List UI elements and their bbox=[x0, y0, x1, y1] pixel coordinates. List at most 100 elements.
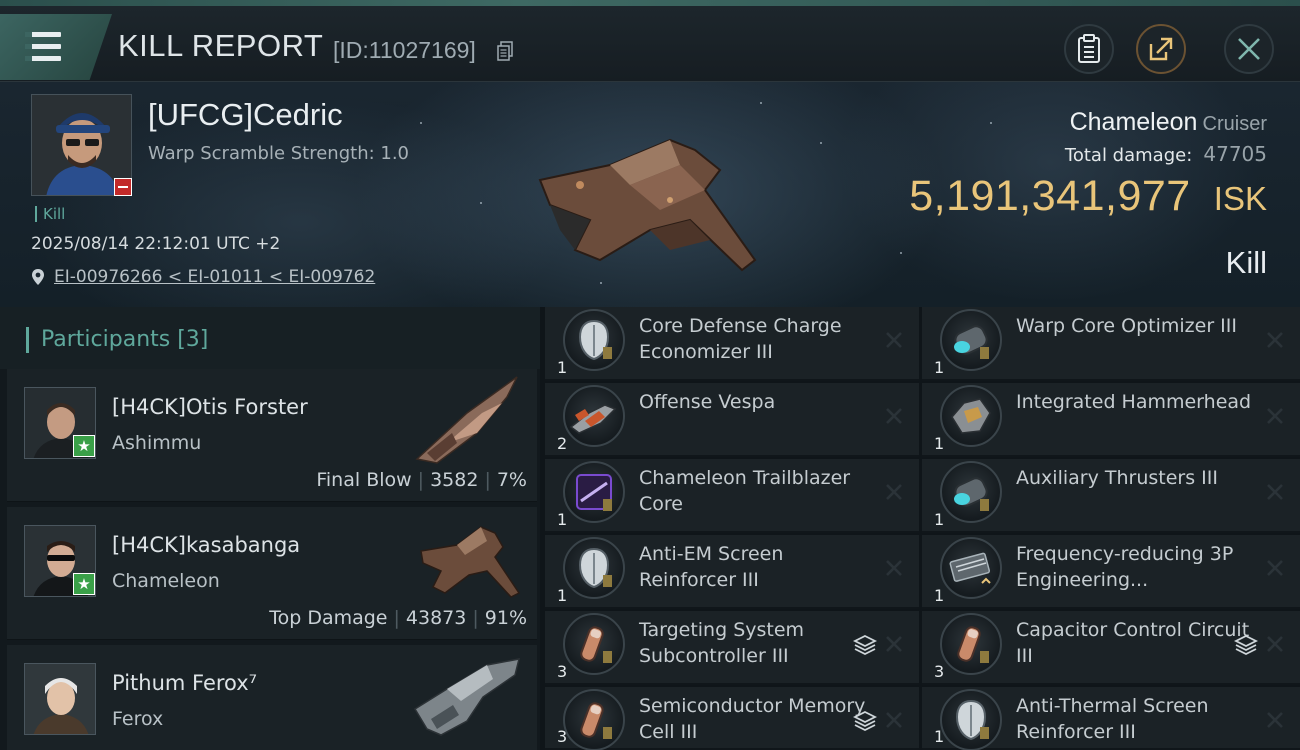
fleet-star-icon: ★ bbox=[73, 573, 95, 595]
engine-module-icon bbox=[940, 309, 1002, 371]
module-tile[interactable]: 1 Frequency-reducing 3P Engineering... bbox=[922, 535, 1300, 609]
module-tile[interactable]: 1 Core Defense Charge Economizer III bbox=[545, 307, 919, 381]
module-quantity: 1 bbox=[934, 727, 945, 746]
participant-name[interactable]: [H4CK]Otis Forster bbox=[112, 395, 308, 419]
stack-layers-icon bbox=[853, 634, 877, 656]
share-button[interactable] bbox=[1136, 24, 1186, 74]
module-quantity: 1 bbox=[557, 358, 568, 377]
module-quantity: 3 bbox=[557, 662, 568, 681]
core-chip-icon bbox=[563, 461, 625, 523]
page-title: KILL REPORT bbox=[118, 28, 324, 63]
module-quantity: 1 bbox=[557, 586, 568, 605]
participant-row[interactable]: ★ [H4CK]Otis Forster Ashimmu Final Blow |… bbox=[7, 369, 537, 502]
isk-line: 5,191,341,977 ISK bbox=[909, 172, 1267, 221]
kill-result: Kill bbox=[1225, 245, 1267, 280]
total-damage-label: Total damage: bbox=[1064, 145, 1193, 166]
destroyed-x-icon bbox=[1267, 712, 1283, 728]
module-name: Offense Vespa bbox=[639, 391, 776, 413]
destroyed-x-icon bbox=[886, 712, 902, 728]
module-tile[interactable]: 2 Offense Vespa bbox=[545, 383, 919, 457]
victim-ship-class: Cruiser bbox=[1202, 113, 1267, 135]
module-tile[interactable]: 3 Capacitor Control Circuit III bbox=[922, 611, 1300, 685]
capacitor-module-icon bbox=[940, 613, 1002, 675]
total-damage-value: 47705 bbox=[1203, 142, 1267, 166]
engineering-rig-icon bbox=[940, 537, 1002, 599]
module-tile[interactable]: 1 Anti-Thermal Screen Reinforcer III bbox=[922, 687, 1300, 750]
module-name: Capacitor Control Circuit III bbox=[1016, 619, 1250, 667]
warp-scramble-text: Warp Scramble Strength: 1.0 bbox=[148, 143, 410, 164]
module-tile[interactable]: 1 Auxiliary Thrusters III bbox=[922, 459, 1300, 533]
module-tile[interactable]: 3 Targeting System Subcontroller III bbox=[545, 611, 919, 685]
module-tile[interactable]: 1 Anti-EM Screen Reinforcer III bbox=[545, 535, 919, 609]
participants-panel: Participants [3] ★ [H4CK]Otis Forster As… bbox=[0, 307, 540, 750]
destroyed-x-icon bbox=[886, 636, 902, 652]
participant-percent: 91% bbox=[484, 607, 527, 629]
participant-ship-image bbox=[415, 376, 518, 464]
kill-tag: Kill bbox=[35, 206, 65, 222]
participant-stats: Top Damage | 43873 | 91% bbox=[269, 607, 527, 629]
destroyed-x-icon bbox=[886, 484, 902, 500]
module-name: Targeting System Subcontroller III bbox=[639, 619, 805, 667]
participant-name[interactable]: [H4CK]kasabanga bbox=[112, 533, 300, 557]
fleet-star-icon: ★ bbox=[73, 435, 95, 457]
module-name: Anti-Thermal Screen Reinforcer III bbox=[1016, 695, 1209, 743]
module-name: Core Defense Charge Economizer III bbox=[639, 315, 842, 363]
module-quantity: 3 bbox=[557, 727, 568, 746]
participant-ship-image bbox=[420, 526, 521, 598]
destroyed-x-icon bbox=[1267, 636, 1283, 652]
drone-vespa-icon bbox=[563, 385, 625, 447]
module-quantity: 3 bbox=[934, 662, 945, 681]
module-name: Chameleon Trailblazer Core bbox=[639, 467, 851, 515]
share-icon bbox=[1149, 37, 1173, 61]
clipboard-button[interactable] bbox=[1064, 24, 1114, 74]
module-tile[interactable]: 1 Warp Core Optimizer III bbox=[922, 307, 1300, 381]
module-tile[interactable]: 1 Chameleon Trailblazer Core bbox=[545, 459, 919, 533]
kill-datetime: 2025/08/14 22:12:01 UTC +2 bbox=[31, 234, 281, 254]
destroyed-x-icon bbox=[886, 332, 902, 348]
location-link[interactable]: EI-00976266 < EI-01011 < EI-009762 bbox=[54, 267, 375, 287]
stack-layers-icon bbox=[1234, 634, 1258, 656]
destroyed-x-icon bbox=[886, 560, 902, 576]
destroyed-x-icon bbox=[886, 408, 902, 424]
capacitor-module-icon bbox=[563, 689, 625, 750]
module-tile[interactable]: 1 Integrated Hammerhead bbox=[922, 383, 1300, 457]
isk-unit: ISK bbox=[1213, 180, 1267, 217]
copy-icon[interactable] bbox=[497, 41, 513, 61]
destroyed-x-icon bbox=[1267, 560, 1283, 576]
location-pin-icon bbox=[32, 269, 44, 285]
participant-stats-label: Top Damage bbox=[269, 607, 388, 629]
participant-stats-label: Final Blow bbox=[316, 469, 412, 491]
close-button[interactable] bbox=[1224, 24, 1274, 74]
drone-hammerhead-icon bbox=[940, 385, 1002, 447]
participant-percent: 7% bbox=[496, 469, 527, 491]
thruster-module-icon bbox=[940, 461, 1002, 523]
victim-name[interactable]: [UFCG]Cedric bbox=[148, 97, 343, 133]
participants-header: Participants [3] bbox=[0, 307, 540, 369]
module-name: Integrated Hammerhead bbox=[1016, 391, 1252, 413]
destroyed-x-icon bbox=[1267, 484, 1283, 500]
participants-title: Participants [3] bbox=[26, 327, 208, 353]
shield-module-icon bbox=[940, 689, 1002, 750]
module-quantity: 1 bbox=[557, 510, 568, 529]
module-quantity: 1 bbox=[934, 510, 945, 529]
clipboard-icon bbox=[1078, 34, 1100, 63]
participant-row[interactable]: ★ [H4CK]kasabanga Chameleon Top Damage | 4… bbox=[7, 507, 537, 640]
participant-ship-image bbox=[413, 658, 521, 736]
participant-damage: 3582 bbox=[430, 469, 479, 491]
stack-layers-icon bbox=[853, 710, 877, 732]
close-icon bbox=[1238, 38, 1260, 60]
victim-ship-name[interactable]: Chameleon bbox=[1070, 108, 1198, 136]
participant-name[interactable]: Pithum Ferox⁷ bbox=[112, 671, 257, 695]
kill-banner: [UFCG]Cedric Warp Scramble Strength: 1.0… bbox=[0, 82, 1300, 307]
total-damage-line: Total damage: 47705 bbox=[1065, 142, 1267, 166]
participant-damage: 43873 bbox=[405, 607, 467, 629]
participant-stats: Final Blow | 3582 | 7% bbox=[316, 469, 527, 491]
menu-button[interactable] bbox=[0, 14, 112, 80]
participant-row[interactable]: Pithum Ferox⁷ Ferox bbox=[7, 645, 537, 750]
victim-ship-line: Chameleon Cruiser bbox=[1070, 108, 1267, 137]
module-quantity: 1 bbox=[934, 434, 945, 453]
module-tile[interactable]: 3 Semiconductor Memory Cell III bbox=[545, 687, 919, 750]
avatar bbox=[24, 663, 96, 735]
destroyed-x-icon bbox=[1267, 408, 1283, 424]
shield-module-icon bbox=[563, 537, 625, 599]
